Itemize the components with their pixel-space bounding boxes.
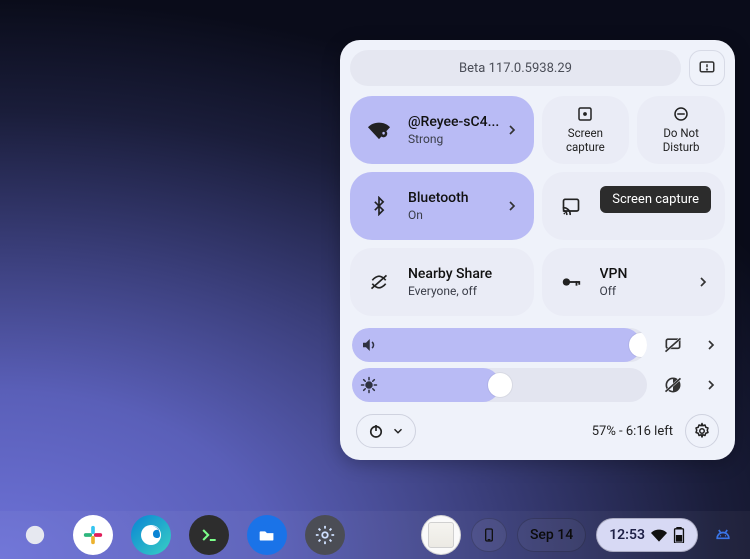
wifi-strength: Strong	[408, 132, 504, 146]
dnd-label: Do Not Disturb	[646, 127, 716, 155]
quick-settings-panel: Beta 117.0.5938.29 @Reyee-sC4... Strong	[340, 40, 735, 460]
wifi-name: @Reyee-sC4...	[408, 114, 504, 130]
nearby-share-label: Nearby Share	[408, 266, 520, 282]
gear-icon	[314, 524, 336, 546]
tray-date-text: Sep 14	[530, 527, 573, 543]
app-settings[interactable]	[305, 515, 345, 555]
volume-icon	[360, 336, 378, 354]
chevron-right-icon[interactable]	[695, 274, 711, 290]
screen-capture-icon	[576, 105, 594, 123]
tray-android[interactable]	[708, 525, 738, 545]
status-icons	[651, 527, 685, 543]
screen-capture-tile[interactable]: Screen capture	[542, 96, 630, 164]
settings-button[interactable]	[685, 414, 719, 448]
cast-tile[interactable]: Cast screen	[542, 172, 726, 240]
gear-icon	[693, 422, 711, 440]
vpn-status: Off	[600, 284, 696, 298]
files-icon	[256, 524, 278, 546]
chevron-right-icon[interactable]	[504, 122, 520, 138]
tray-date[interactable]: Sep 14	[517, 518, 586, 552]
vpn-key-icon	[558, 271, 584, 293]
app-slack[interactable]	[73, 515, 113, 555]
brightness-slider-row	[352, 368, 723, 402]
tray-time-text: 12:53	[609, 527, 645, 543]
dnd-tile[interactable]: Do Not Disturb	[637, 96, 725, 164]
battery-text: 57% - 6:16 left	[592, 424, 673, 439]
tray-phone-hub[interactable]	[471, 518, 507, 552]
bluetooth-icon	[366, 196, 392, 216]
nearby-share-icon	[366, 272, 392, 292]
audio-settings-chevron[interactable]	[699, 329, 723, 361]
brightness-slider[interactable]	[352, 368, 647, 402]
wifi-icon	[366, 119, 392, 141]
app-files[interactable]	[247, 515, 287, 555]
night-light-off-icon	[663, 375, 683, 395]
power-icon	[367, 422, 385, 440]
tray-status-area[interactable]: 12:53	[596, 518, 698, 552]
shelf-apps	[0, 515, 345, 555]
chevron-right-icon[interactable]	[504, 198, 520, 214]
tray-window-preview[interactable]	[421, 515, 461, 555]
terminal-icon	[199, 525, 219, 545]
launcher-button[interactable]	[15, 515, 55, 555]
dnd-icon	[672, 105, 690, 123]
bluetooth-tile[interactable]: Bluetooth On	[350, 172, 534, 240]
volume-slider[interactable]	[352, 328, 647, 362]
bluetooth-label: Bluetooth	[408, 190, 504, 206]
feedback-icon	[698, 59, 716, 77]
nearby-share-tile[interactable]: Nearby Share Everyone, off	[350, 248, 534, 316]
beta-version-text: Beta 117.0.5938.29	[459, 61, 572, 76]
monitor-slash-icon	[663, 335, 683, 355]
bluetooth-status: On	[408, 208, 504, 222]
app-terminal[interactable]	[189, 515, 229, 555]
night-light-button[interactable]	[657, 369, 689, 401]
vpn-label: VPN	[600, 266, 696, 282]
app-edge[interactable]	[131, 515, 171, 555]
wifi-icon	[651, 527, 667, 543]
phone-icon	[481, 527, 497, 543]
vpn-tile[interactable]: VPN Off	[542, 248, 726, 316]
audio-output-button[interactable]	[657, 329, 689, 361]
screen-capture-label: Screen capture	[550, 127, 620, 155]
volume-slider-row	[352, 328, 723, 362]
chevron-right-icon[interactable]	[695, 198, 711, 214]
shelf-tray: Sep 14 12:53	[421, 515, 750, 555]
wifi-tile[interactable]: @Reyee-sC4... Strong	[350, 96, 534, 164]
edge-icon	[139, 523, 163, 547]
brightness-icon	[360, 376, 378, 394]
cast-icon	[558, 196, 584, 216]
slack-icon	[82, 524, 104, 546]
battery-icon	[673, 527, 685, 543]
shelf: Sep 14 12:53	[0, 511, 750, 559]
power-menu-button[interactable]	[356, 414, 416, 448]
cast-label: Cast screen	[600, 198, 696, 214]
chevron-down-icon	[391, 424, 405, 438]
beta-version-pill[interactable]: Beta 117.0.5938.29	[350, 50, 681, 86]
android-icon	[713, 525, 733, 545]
nearby-share-status: Everyone, off	[408, 284, 520, 298]
display-settings-chevron[interactable]	[699, 369, 723, 401]
feedback-button[interactable]	[689, 50, 725, 86]
launcher-icon	[24, 524, 46, 546]
desktop-wallpaper: Beta 117.0.5938.29 @Reyee-sC4... Strong	[0, 0, 750, 559]
